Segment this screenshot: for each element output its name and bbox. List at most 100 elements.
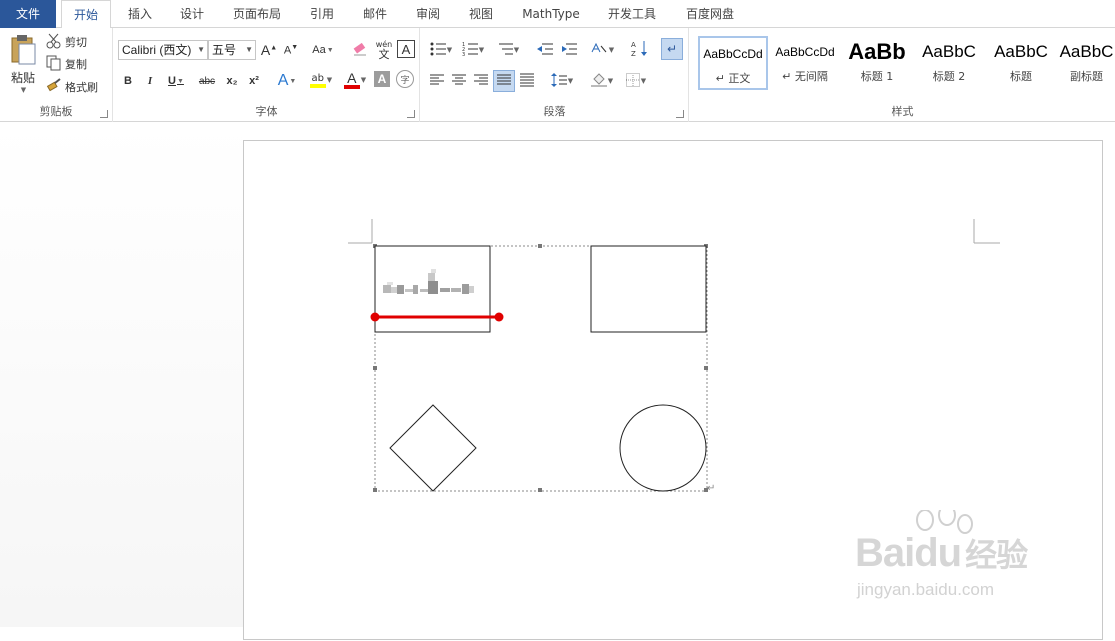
tab-home[interactable]: 开始 <box>61 0 111 29</box>
change-case-label: Aa <box>312 44 326 56</box>
align-center-icon <box>452 74 466 89</box>
bullets-button[interactable]: ▼ <box>427 40 455 60</box>
character-shading-button[interactable]: A <box>374 71 390 87</box>
line-spacing-button[interactable]: ▼ <box>547 70 577 92</box>
text-effects-label: A <box>277 72 289 89</box>
chinese-layout-button[interactable]: ▼ <box>587 40 617 60</box>
shading-button[interactable]: ▼ <box>587 70 617 92</box>
style-heading-1-name: 标题 1 <box>860 70 894 83</box>
tab-mailings[interactable]: 邮件 <box>355 0 395 28</box>
style-heading-1[interactable]: AaBb 标题 1 <box>842 36 912 90</box>
tab-references[interactable]: 引用 <box>302 0 342 28</box>
chevron-down-icon: ▼ <box>326 76 333 84</box>
style-normal-label: 正文 <box>728 72 751 85</box>
rectangle-shape-empty[interactable] <box>590 245 707 333</box>
baidu-brand-part1: Bai <box>855 531 915 575</box>
chevron-down-icon: ▼ <box>640 77 647 85</box>
justify-button[interactable] <box>493 70 515 92</box>
handle-top-center[interactable] <box>538 244 542 248</box>
tab-design[interactable]: 设计 <box>172 0 212 28</box>
align-left-icon <box>430 74 444 89</box>
tab-developer[interactable]: 开发工具 <box>600 0 664 28</box>
superscript-button[interactable]: x² <box>244 70 264 92</box>
tab-file[interactable]: 文件 <box>0 0 56 28</box>
red-line-end-handle[interactable] <box>494 312 504 322</box>
line-spacing-icon <box>550 72 567 90</box>
paragraph-mark-icon: ↵ <box>707 483 715 494</box>
increase-indent-button[interactable] <box>559 40 579 60</box>
borders-button[interactable]: ▼ <box>621 70 651 92</box>
phonetic-guide-button[interactable]: wén 文 <box>374 38 394 62</box>
show-formatting-marks-button[interactable]: ↵ <box>661 38 683 60</box>
style-normal[interactable]: AaBbCcDd ↵ 正文 <box>698 36 768 90</box>
chevron-down-icon: ▼ <box>289 77 297 85</box>
baidu-url-text: jingyan.baidu.com <box>857 580 995 599</box>
red-line-start-handle[interactable] <box>370 312 380 322</box>
font-name-dropdown[interactable]: Calibri (西文) ▼ <box>118 40 208 60</box>
strikethrough-button[interactable]: abc <box>194 70 220 92</box>
text-effects-button[interactable]: A ▼ <box>272 70 302 92</box>
align-left-button[interactable] <box>427 70 447 92</box>
grow-font-button[interactable]: A▲ <box>260 40 278 60</box>
paragraph-launcher-icon[interactable] <box>676 110 684 118</box>
tab-review[interactable]: 审阅 <box>408 0 448 28</box>
style-heading-1-sample: AaBb <box>848 39 906 64</box>
italic-button[interactable]: I <box>140 70 160 92</box>
tab-mathtype[interactable]: MathType <box>514 0 588 28</box>
distributed-button[interactable] <box>517 70 537 92</box>
subscript-button[interactable]: x₂ <box>222 70 242 92</box>
tab-insert[interactable]: 插入 <box>120 0 160 28</box>
font-launcher-icon[interactable] <box>407 110 415 118</box>
multilevel-list-button[interactable]: ▼ <box>493 40 523 60</box>
chevron-down-icon: ▼ <box>177 77 184 85</box>
margin-mark-top-left <box>348 219 373 244</box>
handle-bottom-left[interactable] <box>373 488 377 492</box>
handle-middle-left[interactable] <box>373 366 377 370</box>
handle-bottom-center[interactable] <box>538 488 542 492</box>
style-title-name: 标题 <box>1010 70 1032 83</box>
font-size-dropdown[interactable]: 五号 ▼ <box>208 40 256 60</box>
decrease-indent-icon <box>537 42 553 59</box>
style-no-spacing[interactable]: AaBbCcDd ↵ 无间隔 <box>770 36 840 90</box>
style-heading-2-name: 标题 2 <box>932 70 966 83</box>
handle-middle-right[interactable] <box>704 366 708 370</box>
character-shading-label: A <box>377 72 387 86</box>
tab-baidu-netdisk[interactable]: 百度网盘 <box>678 0 742 28</box>
change-case-button[interactable]: Aa ▼ <box>308 40 338 60</box>
italic-label: I <box>147 75 153 87</box>
decrease-indent-button[interactable] <box>535 40 555 60</box>
tab-layout[interactable]: 页面布局 <box>226 0 288 28</box>
align-center-button[interactable] <box>449 70 469 92</box>
character-border-label: A <box>401 41 411 57</box>
font-color-button[interactable]: A ▼ <box>340 68 370 92</box>
style-title[interactable]: AaBbC 标题 <box>986 36 1056 90</box>
diamond-shape[interactable] <box>389 404 477 492</box>
paste-button[interactable]: 粘贴 ▼ <box>4 32 42 96</box>
underline-button[interactable]: U ▼ <box>162 70 190 92</box>
clear-formatting-button[interactable] <box>350 40 370 60</box>
copy-button[interactable]: 复制 <box>46 55 106 73</box>
style-heading-2[interactable]: AaBbC 标题 2 <box>914 36 984 90</box>
bold-label: B <box>124 75 132 87</box>
align-right-button[interactable] <box>471 70 491 92</box>
bold-button[interactable]: B <box>118 70 138 92</box>
sort-button[interactable]: AZ <box>629 38 651 60</box>
format-painter-button[interactable]: 格式刷 <box>46 77 108 96</box>
circle-shape[interactable] <box>619 404 707 492</box>
character-border-button[interactable]: A <box>397 40 415 58</box>
cut-label: 剪切 <box>65 36 87 49</box>
ribbon-home: 粘贴 ▼ 剪切 复制 格式刷 剪贴板 Calibri (西文) ▼ 五号 ▼ A… <box>0 28 1115 122</box>
cut-button[interactable]: 剪切 <box>46 33 106 51</box>
style-normal-sample: AaBbCcDd <box>703 47 763 61</box>
numbering-button[interactable]: 1 2 3 ▼ <box>459 40 487 60</box>
highlight-color-button[interactable]: ab ▼ <box>306 68 336 92</box>
paste-icon <box>9 34 37 69</box>
workspace-left-background <box>0 122 243 627</box>
shrink-font-button[interactable]: A▼ <box>282 40 300 60</box>
enclose-characters-button[interactable]: 字 <box>396 70 414 88</box>
clipboard-launcher-icon[interactable] <box>100 110 108 118</box>
chevron-down-icon: ▼ <box>513 46 520 54</box>
tab-view[interactable]: 视图 <box>461 0 501 28</box>
eraser-icon <box>352 41 368 60</box>
style-subtitle[interactable]: AaBbC 副标题 <box>1058 36 1115 90</box>
